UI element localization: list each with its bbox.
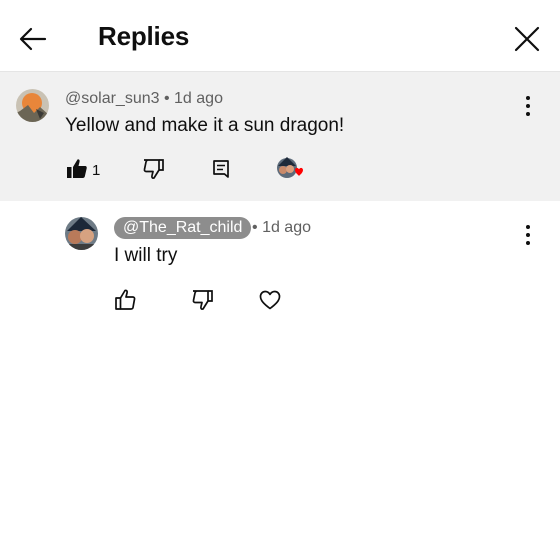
heart-icon (259, 290, 281, 310)
reply-time: 1d ago (262, 219, 311, 236)
thumb-up-icon (115, 289, 136, 310)
avatar-image (65, 217, 98, 250)
back-button[interactable] (16, 22, 50, 56)
comment-author[interactable]: @solar_sun3 (65, 90, 160, 107)
highlighted-comment: @solar_sun3 • 1d ago Yellow and make it … (0, 72, 560, 201)
reply-comment: @The_Rat_child • 1d ago I will try (0, 201, 560, 321)
close-button[interactable] (510, 22, 544, 56)
avatar[interactable] (16, 89, 49, 122)
thumb-up-icon (67, 159, 87, 178)
avatar-image (16, 89, 49, 122)
creator-heart-badge[interactable] (275, 156, 305, 184)
comment-icon (213, 160, 229, 178)
meta-separator: • (163, 90, 170, 107)
heart-button[interactable] (257, 287, 283, 313)
replies-header: Replies (0, 0, 560, 72)
creator-heart-icon (277, 157, 303, 178)
arrow-left-icon (19, 27, 47, 51)
like-count: 1 (92, 162, 101, 179)
comment-text: Yellow and make it a sun dragon! (65, 115, 345, 136)
reply-more-button[interactable] (518, 222, 538, 248)
thumb-down-icon (192, 290, 213, 310)
more-vert-icon (526, 96, 530, 116)
meta-separator: • (252, 219, 258, 236)
like-button[interactable] (64, 156, 90, 182)
avatar[interactable] (65, 217, 98, 250)
dislike-button[interactable] (189, 287, 215, 313)
comment-meta: @solar_sun3 • 1d ago (65, 90, 223, 108)
reply-text: I will try (114, 245, 178, 266)
like-button[interactable] (113, 287, 139, 313)
more-vert-icon (526, 225, 530, 245)
reply-meta: • 1d ago (252, 219, 311, 237)
reply-button[interactable] (208, 156, 234, 182)
page-title: Replies (98, 21, 190, 51)
close-icon (514, 26, 540, 52)
comment-more-button[interactable] (518, 93, 538, 119)
dislike-button[interactable] (140, 156, 166, 182)
reply-author-badge[interactable]: @The_Rat_child (114, 217, 252, 239)
comment-time: 1d ago (174, 90, 223, 107)
thumb-down-icon (143, 159, 164, 179)
